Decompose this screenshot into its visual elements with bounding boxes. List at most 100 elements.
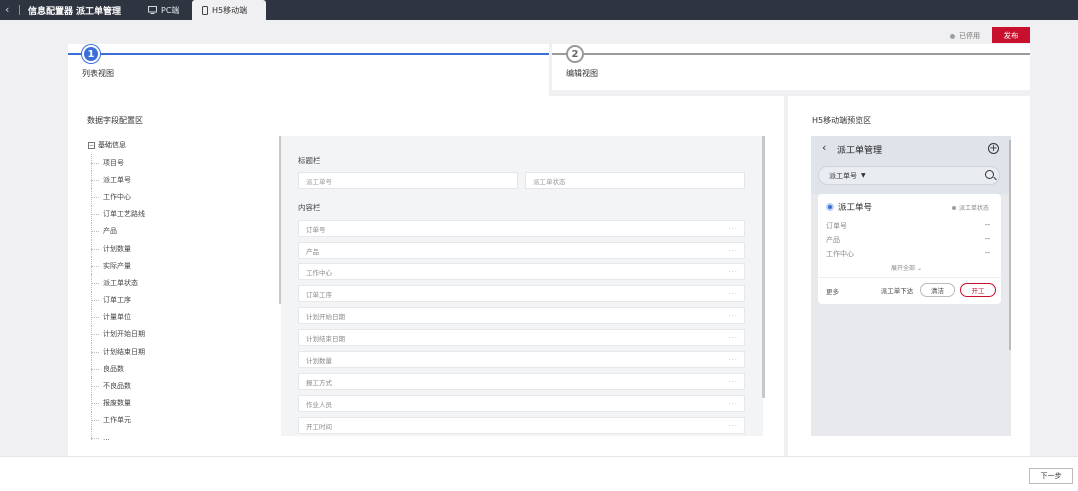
footer-bar [0,456,1078,491]
more-icon[interactable]: ··· [729,268,738,276]
more-icon[interactable]: ··· [729,247,738,255]
divider [19,5,20,15]
card-field-label: 订单号 [826,222,847,230]
content-row[interactable]: 订单号 ··· [298,220,745,237]
more-icon[interactable]: ··· [729,356,738,364]
tab-h5[interactable]: H5移动端 [192,0,266,20]
divider [818,277,1001,278]
clean-button[interactable]: 清洁 [920,283,955,297]
content-row-label: 计划数量 [306,356,332,365]
dispatch-button[interactable]: 派工单下达 [878,283,916,297]
chevron-left-icon[interactable]: ‹ [822,141,826,154]
content-row[interactable]: 作业人员 ··· [298,395,745,412]
content-row[interactable]: 计划结束日期 ··· [298,329,745,346]
search-icon[interactable] [985,170,994,179]
step-list-view[interactable]: 1 列表视图 [68,44,549,96]
status-dot-icon [952,205,956,210]
step-edit-view[interactable]: 2 编辑视图 [552,44,1030,90]
caret-down-icon[interactable]: ▼ [861,172,866,179]
title-field-status[interactable]: 派工单状态 [525,172,745,189]
step-line [552,53,1030,55]
content-row[interactable]: 订单工序 ··· [298,285,745,302]
content-row-label: 订单号 [306,225,326,234]
more-icon[interactable]: ··· [729,422,738,430]
tree-item[interactable]: 工作单元 [88,411,198,430]
step-line [68,53,549,55]
content-row-label: 产品 [306,247,319,256]
content-section-label: 内容栏 [298,203,321,212]
app-title: 信息配置器 派工单管理 [28,7,122,17]
more-icon[interactable]: ··· [729,290,738,298]
add-icon[interactable]: + [988,143,999,154]
tree-item[interactable]: 报废数量 [88,394,198,413]
tree-item[interactable]: 计量单位 [88,308,198,327]
tab-pc[interactable]: PC端 [138,0,189,20]
search-field-label: 派工单号 [829,171,857,180]
card-field-value: -- [985,235,991,243]
layout-scrollbar[interactable] [762,136,765,398]
step-number: 2 [566,45,584,63]
card-field-value: -- [985,221,991,229]
radio-icon[interactable] [826,203,834,211]
status-label: 已停用 [959,32,980,40]
content-row-label: 作业人员 [306,400,332,409]
tree-item[interactable]: 实际产量 [88,257,198,275]
content-row[interactable]: 计划数量 ··· [298,351,745,368]
tree-item[interactable]: 订单工艺路线 [88,205,198,223]
content-row[interactable]: 计划开始日期 ··· [298,307,745,324]
step-label: 列表视图 [82,69,114,78]
page-subtitle: 派工单管理 [76,7,122,17]
search-bar[interactable]: 派工单号 ▼ [818,166,1000,185]
tab-h5-label: H5移动端 [212,5,248,15]
chevron-left-icon[interactable]: ‹ [5,3,9,16]
more-icon[interactable]: ··· [729,334,738,342]
tree-item[interactable]: 工作中心 [88,188,198,206]
more-icon[interactable]: ··· [729,378,738,386]
start-button[interactable]: 开工 [960,283,996,297]
chevron-down-icon: ⌄ [916,265,922,272]
content-row[interactable]: 工作中心 ··· [298,263,745,280]
preview-scrollbar[interactable] [1009,140,1011,350]
expand-all-link[interactable]: 展开全部 ⌄ [891,263,922,272]
publish-button[interactable]: 发布 [992,27,1030,43]
tree-item[interactable]: 派工单号 [88,171,198,189]
tree-item[interactable]: 派工单状态 [88,274,198,292]
phone-title: 派工单管理 [837,146,883,156]
content-row-label: 工作中心 [306,268,332,277]
card-field-label: 产品 [826,236,840,244]
mobile-icon [202,5,208,15]
tree-item[interactable]: 订单工序 [88,291,198,309]
content-row-label: 计划结束日期 [306,334,345,343]
fields-panel-title: 数据字段配置区 [87,116,143,125]
more-icon[interactable]: ··· [729,225,738,233]
next-step-button[interactable]: 下一步 [1029,468,1073,484]
content-row[interactable]: 开工时间 ··· [298,417,745,434]
tree-item[interactable]: 计划开始日期 [88,325,198,344]
title-field-order-no[interactable]: 派工单号 [298,172,518,189]
more-icon[interactable]: ··· [729,400,738,408]
collapse-icon[interactable]: − [88,141,95,149]
tree-root[interactable]: − 基础信息 [88,138,198,152]
tree-item[interactable]: 良品数 [88,360,198,378]
tree-root-label: 基础信息 [98,141,126,149]
content-row-label: 订单工序 [306,290,332,299]
content-row-label: 开工时间 [306,422,332,431]
title-section-label: 标题栏 [298,156,321,165]
tree-item[interactable]: ... [88,429,198,440]
card-status: 派工单状态 [952,203,989,212]
tree-item[interactable]: 计划数量 [88,239,198,258]
more-button[interactable]: 更多 [826,286,839,296]
tree-item[interactable]: 项目号 [88,154,198,172]
tree-item[interactable]: 产品 [88,222,198,241]
more-icon[interactable]: ··· [729,312,738,320]
tree-item[interactable]: 计划结束日期 [88,343,198,361]
content-row-label: 计划开始日期 [306,312,345,321]
step-tabs: 1 列表视图 2 编辑视图 [68,44,1030,96]
content-row[interactable]: 报工方式 ··· [298,373,745,390]
top-bar: ‹ 信息配置器 派工单管理 PC端 H5移动端 [0,0,1078,20]
tree-item[interactable]: 不良品数 [88,377,198,395]
card-status-label: 派工单状态 [959,205,990,212]
expand-all-label: 展开全部 [891,265,916,272]
card-field-value: -- [985,249,991,257]
content-row[interactable]: 产品 ··· [298,242,745,259]
